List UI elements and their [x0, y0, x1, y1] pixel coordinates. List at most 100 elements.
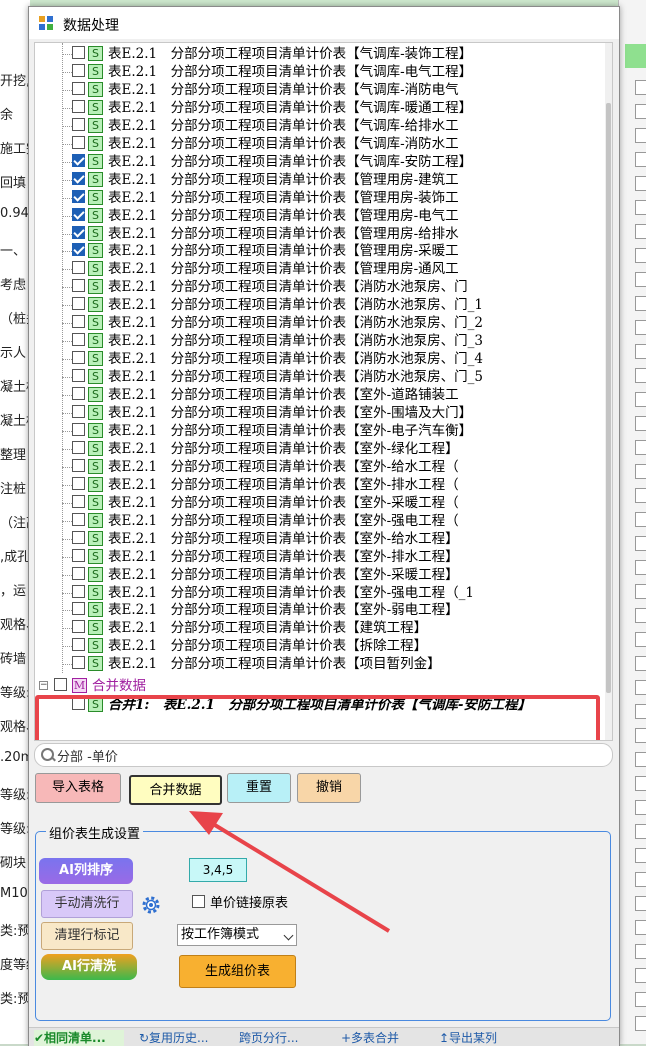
tree-item[interactable]: S 表E.2.1 分部分项工程项目清单计价表【室外-排水工程（ — [35, 476, 605, 494]
item-checkbox[interactable] — [72, 153, 85, 167]
item-checkbox[interactable] — [72, 297, 85, 311]
tree-item-label: 表E.2.1 分部分项工程项目清单计价表【消防水池泵房、门_4 — [108, 351, 483, 368]
tree-item-label: 表E.2.1 分部分项工程项目清单计价表【消防水池泵房、门 — [108, 279, 468, 296]
tree-item[interactable]: S 表E.2.1 分部分项工程项目清单计价表【气调库-给排水工 — [35, 117, 605, 135]
tree-item-label: 表E.2.1 分部分项工程项目清单计价表【管理用房-装饰工 — [108, 189, 459, 206]
tree-item[interactable]: S 表E.2.1 分部分项工程项目清单计价表【室外-绿化工程】 — [35, 440, 605, 458]
item-checkbox[interactable] — [72, 638, 85, 652]
merge-group-node[interactable]: − M 合并数据 — [35, 677, 605, 695]
item-checkbox[interactable] — [72, 315, 85, 329]
item-checkbox[interactable] — [72, 548, 85, 562]
tree-item[interactable]: S 表E.2.1 分部分项工程项目清单计价表【气调库-装饰工程】 — [35, 45, 605, 63]
item-checkbox[interactable] — [72, 117, 85, 131]
item-checkbox[interactable] — [72, 458, 85, 472]
merge-data-button[interactable]: 合并数据 — [129, 775, 222, 805]
tree-item[interactable]: S 表E.2.1 分部分项工程项目清单计价表【室外-采暖工程】 — [35, 566, 605, 584]
item-checkbox[interactable] — [72, 333, 85, 347]
tree-item[interactable]: S 表E.2.1 分部分项工程项目清单计价表【室外-弱电工程】 — [35, 601, 605, 619]
tree-item[interactable]: S 表E.2.1 分部分项工程项目清单计价表【气调库-消防水工 — [35, 135, 605, 153]
tree-item[interactable]: S 表E.2.1 分部分项工程项目清单计价表【消防水池泵房、门 — [35, 278, 605, 296]
item-checkbox[interactable] — [72, 261, 85, 275]
item-checkbox[interactable] — [72, 46, 85, 59]
item-checkbox[interactable] — [72, 656, 85, 670]
tree-item[interactable]: S 表E.2.1 分部分项工程项目清单计价表【室外-给水工程（ — [35, 458, 605, 476]
tree-item[interactable]: S 表E.2.1 分部分项工程项目清单计价表【气调库-电气工程】 — [35, 63, 605, 81]
tree-item[interactable]: S 表E.2.1 分部分项工程项目清单计价表【室外-道路铺装工 — [35, 386, 605, 404]
item-checkbox[interactable] — [72, 602, 85, 616]
tree-item[interactable]: S 表E.2.1 分部分项工程项目清单计价表【气调库-消防电气 — [35, 81, 605, 99]
background-cell — [635, 920, 646, 935]
item-checkbox[interactable] — [72, 81, 85, 95]
clear-row-marks-button[interactable]: 清理行标记 — [41, 922, 133, 950]
tree-item[interactable]: S 表E.2.1 分部分项工程项目清单计价表【建筑工程】 — [35, 619, 605, 637]
tree-item[interactable]: S 表E.2.1 分部分项工程项目清单计价表【室外-采暖工程（ — [35, 494, 605, 512]
scrollbar-thumb[interactable] — [606, 103, 611, 693]
item-checkbox[interactable] — [72, 512, 85, 526]
gear-icon[interactable] — [140, 894, 162, 916]
item-checkbox[interactable] — [72, 369, 85, 383]
sheet-badge-icon: S — [88, 351, 103, 367]
item-checkbox[interactable] — [72, 476, 85, 490]
import-table-button[interactable]: 导入表格 — [35, 773, 121, 803]
tree-item[interactable]: S 表E.2.1 分部分项工程项目清单计价表【室外-电子汽车衡】 — [35, 422, 605, 440]
item-checkbox[interactable] — [72, 440, 85, 454]
tree-item[interactable]: S 表E.2.1 分部分项工程项目清单计价表【室外-强电工程（ — [35, 512, 605, 530]
sheet-badge-icon: S — [88, 333, 103, 349]
undo-button[interactable]: 撤销 — [297, 773, 361, 803]
item-checkbox[interactable] — [72, 422, 85, 436]
tree-item[interactable]: S 表E.2.1 分部分项工程项目清单计价表【消防水池泵房、门_3 — [35, 332, 605, 350]
search-bar[interactable]: 分部 -单价 — [34, 743, 613, 767]
item-checkbox[interactable] — [72, 207, 85, 221]
item-checkbox[interactable] — [72, 387, 85, 401]
item-checkbox[interactable] — [72, 351, 85, 365]
item-checkbox[interactable] — [72, 189, 85, 203]
tree-item[interactable]: S 表E.2.1 分部分项工程项目清单计价表【消防水池泵房、门_2 — [35, 314, 605, 332]
tree-item[interactable]: S 表E.2.1 分部分项工程项目清单计价表【消防水池泵房、门_1 — [35, 296, 605, 314]
ai-column-sort-button[interactable]: AI列排序 — [39, 858, 133, 884]
tree-item[interactable]: S 表E.2.1 分部分项工程项目清单计价表【室外-给水工程】 — [35, 530, 605, 548]
tree-item[interactable]: S 表E.2.1 分部分项工程项目清单计价表【气调库-安防工程】 — [35, 153, 605, 171]
tree-item[interactable]: S 表E.2.1 分部分项工程项目清单计价表【管理用房-采暖工 — [35, 242, 605, 260]
tree-item[interactable]: S 表E.2.1 分部分项工程项目清单计价表【室外-围墙及大门】 — [35, 404, 605, 422]
merge-group-checkbox[interactable] — [54, 678, 67, 691]
item-checkbox[interactable] — [72, 494, 85, 508]
sheet-badge-icon: S — [88, 602, 103, 618]
item-checkbox[interactable] — [72, 620, 85, 634]
ai-row-clean-button[interactable]: AI行清洗 — [41, 954, 137, 980]
tree-item[interactable]: S 表E.2.1 分部分项工程项目清单计价表【消防水池泵房、门_5 — [35, 368, 605, 386]
tree-item[interactable]: S 表E.2.1 分部分项工程项目清单计价表【管理用房-电气工 — [35, 207, 605, 225]
collapse-icon[interactable]: − — [39, 681, 48, 690]
tree-item[interactable]: S 表E.2.1 分部分项工程项目清单计价表【室外-强电工程（_1 — [35, 584, 605, 602]
sheet-badge-icon: S — [88, 279, 103, 295]
reset-button[interactable]: 重置 — [227, 773, 291, 803]
item-checkbox[interactable] — [72, 225, 85, 239]
sheet-tree[interactable]: − M 合并数据 S 合并1: 表E.2.1 分部分项工程项目清单计价表【气调库… — [34, 42, 613, 741]
generate-price-table-button[interactable]: 生成组价表 — [179, 955, 296, 988]
tree-item[interactable]: S 表E.2.1 分部分项工程项目清单计价表【管理用房-给排水 — [35, 225, 605, 243]
item-checkbox[interactable] — [72, 566, 85, 580]
item-checkbox[interactable] — [72, 135, 85, 149]
tree-item[interactable]: S 表E.2.1 分部分项工程项目清单计价表【消防水池泵房、门_4 — [35, 350, 605, 368]
merge-group-label: 合并数据 — [92, 678, 146, 694]
tree-item[interactable]: S 表E.2.1 分部分项工程项目清单计价表【气调库-暖通工程】 — [35, 99, 605, 117]
item-checkbox[interactable] — [72, 584, 85, 598]
tree-item[interactable]: S 表E.2.1 分部分项工程项目清单计价表【室外-排水工程】 — [35, 548, 605, 566]
item-checkbox[interactable] — [72, 63, 85, 77]
tree-item[interactable]: S 表E.2.1 分部分项工程项目清单计价表【管理用房-建筑工 — [35, 171, 605, 189]
item-checkbox[interactable] — [72, 405, 85, 418]
item-checkbox[interactable] — [72, 99, 85, 113]
item-checkbox[interactable] — [72, 171, 85, 185]
merge-badge-icon: M — [72, 678, 87, 693]
tree-item[interactable]: S 表E.2.1 分部分项工程项目清单计价表【管理用房-装饰工 — [35, 189, 605, 207]
tree-item[interactable]: S 表E.2.1 分部分项工程项目清单计价表【管理用房-通风工 — [35, 260, 605, 278]
tree-scrollbar[interactable] — [605, 43, 612, 740]
background-cell-text: ，运 — [0, 584, 27, 599]
item-checkbox[interactable] — [72, 243, 85, 257]
sheet-badge-icon: S — [88, 548, 103, 564]
tree-item[interactable]: S 表E.2.1 分部分项工程项目清单计价表【项目暂列金】 — [35, 655, 605, 673]
tree-item[interactable]: S 表E.2.1 分部分项工程项目清单计价表【拆除工程】 — [35, 637, 605, 655]
item-checkbox[interactable] — [72, 530, 85, 544]
manual-clean-button[interactable]: 手动清洗行 — [41, 890, 133, 918]
item-checkbox[interactable] — [72, 279, 85, 293]
search-input[interactable]: 分部 -单价 — [57, 746, 118, 765]
